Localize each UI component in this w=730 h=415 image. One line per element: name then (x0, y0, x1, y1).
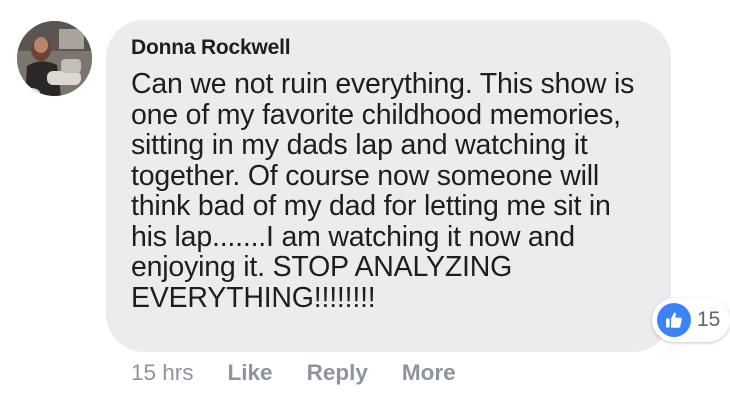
like-button[interactable]: Like (228, 360, 273, 386)
avatar[interactable] (17, 21, 92, 96)
comment-text: Can we not ruin everything. This show is… (131, 68, 635, 314)
comment-bubble: Donna Rockwell Can we not ruin everythin… (106, 20, 671, 352)
reaction-count: 15 (697, 308, 721, 331)
comment-actions: 15 hrs Like Reply More (131, 360, 490, 386)
comment-timestamp[interactable]: 15 hrs (131, 360, 194, 386)
reply-button[interactable]: Reply (307, 360, 368, 386)
comment-author[interactable]: Donna Rockwell (131, 35, 653, 61)
thumbs-up-icon (657, 303, 691, 337)
reaction-summary[interactable]: 15 (652, 298, 730, 342)
more-button[interactable]: More (402, 360, 456, 386)
profile-photo (17, 21, 92, 96)
